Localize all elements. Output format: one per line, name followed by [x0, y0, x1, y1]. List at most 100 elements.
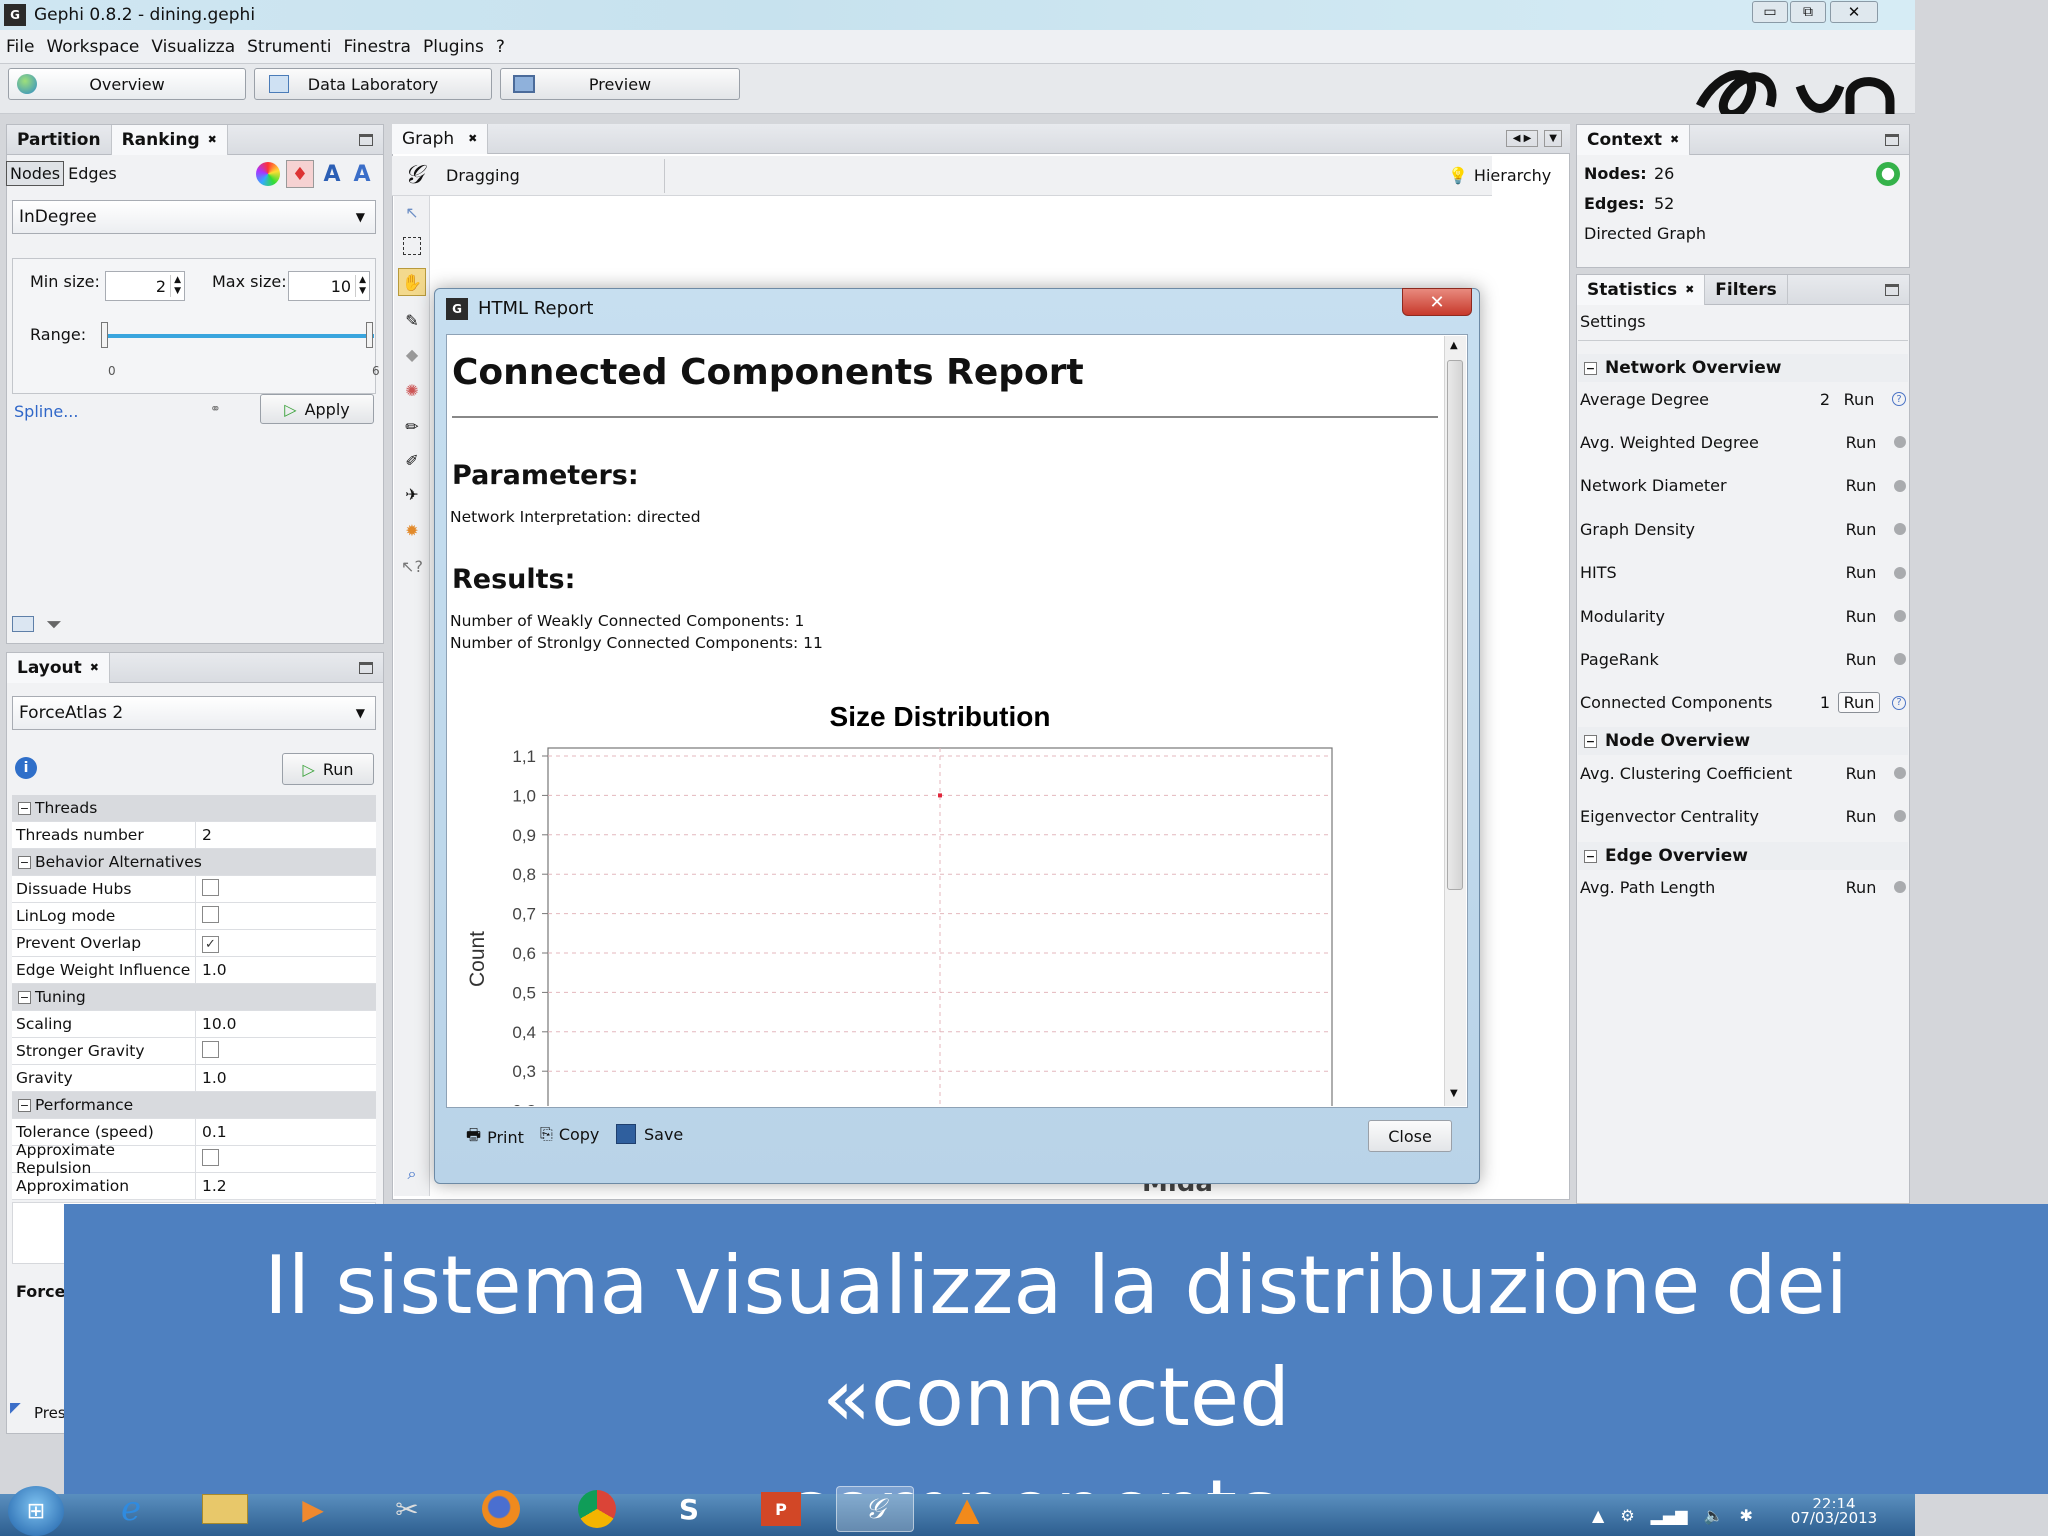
hierarchy-toggle[interactable]: 💡 Hierarchy — [1448, 162, 1551, 188]
collapse-icon[interactable]: − — [1584, 849, 1597, 863]
table-view-icon[interactable] — [12, 616, 34, 632]
label-size-icon[interactable]: A — [350, 162, 374, 187]
maximize-icon[interactable]: ⧉ — [1790, 1, 1826, 23]
pointer-tool-icon[interactable]: ↖ — [398, 198, 426, 226]
tab-layout[interactable]: Layout ✖ — [7, 652, 110, 683]
section-node[interactable]: − Node Overview — [1578, 727, 1908, 755]
spinner-arrows-icon[interactable]: ▲ ▼ — [355, 275, 369, 297]
property-value[interactable]: 0.1 — [196, 1123, 227, 1141]
property-value[interactable]: 10.0 — [196, 1015, 237, 1033]
data-laboratory-button[interactable]: Data Laboratory — [254, 68, 492, 100]
tray-arrow-icon[interactable]: ▲ — [1592, 1506, 1604, 1525]
close-tab-icon[interactable]: ✖ — [208, 133, 217, 146]
range-slider-handle-min[interactable] — [101, 322, 108, 348]
heat-map-icon[interactable]: ✹ — [398, 516, 426, 544]
close-tab-icon[interactable]: ✖ — [468, 132, 477, 145]
heat-bucket-icon[interactable]: ✺ — [398, 376, 426, 404]
painter-brush-icon[interactable]: ✎ — [398, 306, 426, 334]
signal-icon[interactable]: ▂▄▆ — [1651, 1506, 1688, 1525]
property-value[interactable]: 2 — [196, 826, 212, 844]
pencil-edge-icon[interactable]: ✐ — [398, 446, 426, 474]
run-button[interactable]: Run — [1840, 807, 1882, 826]
gephi-taskbar-icon[interactable]: 𝒢 — [836, 1486, 914, 1532]
section-network[interactable]: − Network Overview — [1578, 354, 1908, 382]
skype-icon[interactable]: S — [650, 1486, 728, 1532]
presets-icon[interactable]: ◤ — [10, 1400, 21, 1416]
close-tab-icon[interactable]: ✖ — [90, 661, 99, 674]
property-value[interactable]: 1.0 — [196, 1069, 227, 1087]
layout-run-button[interactable]: ▷ Run — [282, 753, 374, 785]
tab-partition[interactable]: Partition — [7, 124, 112, 155]
collapse-icon[interactable]: − — [18, 1098, 31, 1112]
collapse-icon[interactable]: − — [1584, 734, 1597, 748]
copy-button[interactable]: ⎘ Copy — [540, 1124, 599, 1144]
collapse-icon[interactable]: − — [18, 855, 31, 869]
tab-ranking[interactable]: Ranking ✖ — [111, 124, 228, 155]
zoom-search-icon[interactable]: ⌕ — [398, 1160, 426, 1188]
bluetooth-icon[interactable]: ✱ — [1740, 1506, 1753, 1525]
firefox-icon[interactable] — [462, 1486, 540, 1532]
property-checkbox[interactable]: ✓ — [202, 935, 219, 953]
network-tray-icon[interactable]: ⚙ — [1620, 1506, 1634, 1525]
help-icon[interactable]: ? — [1892, 695, 1906, 710]
ranking-metric-select[interactable]: InDegree ▼ — [12, 200, 376, 234]
menu-visualizza[interactable]: Visualizza — [151, 37, 235, 57]
print-button[interactable]: 🖶 Print — [466, 1124, 524, 1151]
close-window-icon[interactable]: ✕ — [1830, 1, 1878, 23]
property-value[interactable]: 1.2 — [196, 1177, 227, 1195]
run-button[interactable]: Run — [1840, 764, 1882, 783]
size-diamond-icon[interactable]: ♦ — [286, 160, 314, 188]
property-checkbox[interactable] — [202, 905, 219, 923]
filter-funnel-icon[interactable]: ⏷ — [46, 612, 62, 636]
explorer-folder-icon[interactable] — [186, 1486, 264, 1532]
info-icon[interactable]: i — [15, 757, 37, 779]
minimize-panel-icon[interactable] — [359, 133, 373, 146]
edit-help-icon[interactable]: ↖? — [398, 552, 426, 580]
vlc-icon[interactable]: ▲ — [928, 1486, 1006, 1532]
subtab-edges[interactable]: Edges — [64, 162, 121, 185]
color-wheel-icon[interactable] — [256, 162, 280, 186]
dialog-close-icon[interactable]: ✕ — [1402, 288, 1472, 316]
apply-button[interactable]: ▷ Apply — [260, 394, 374, 424]
menu-strumenti[interactable]: Strumenti — [247, 37, 331, 57]
run-button[interactable]: Run — [1840, 650, 1882, 669]
tab-statistics[interactable]: Statistics ✖ — [1577, 274, 1706, 305]
menu-file[interactable]: File — [6, 37, 34, 57]
size-diamond-tool-icon[interactable]: ◆ — [398, 340, 426, 368]
minimize-panel-icon[interactable] — [359, 661, 373, 674]
menu-finestra[interactable]: Finestra — [344, 37, 411, 57]
minimize-panel-icon[interactable] — [1885, 283, 1899, 296]
collapse-icon[interactable]: − — [18, 990, 31, 1004]
minimize-icon[interactable]: ▭ — [1752, 1, 1788, 23]
preview-button[interactable]: Preview — [500, 68, 740, 100]
property-category[interactable]: − Threads — [12, 795, 376, 822]
save-button[interactable]: Save — [616, 1124, 683, 1144]
run-button[interactable]: Run — [1840, 476, 1882, 495]
drag-hand-icon[interactable]: ✋ — [398, 268, 426, 296]
property-checkbox[interactable] — [202, 1148, 219, 1166]
spinner-arrows-icon[interactable]: ▲ ▼ — [170, 275, 184, 297]
range-slider-handle-max[interactable] — [366, 322, 373, 348]
property-checkbox[interactable] — [202, 1040, 219, 1058]
statistics-settings[interactable]: Settings — [1580, 312, 1646, 331]
run-button[interactable]: Run — [1840, 607, 1882, 626]
run-button[interactable]: Run — [1840, 520, 1882, 539]
media-player-icon[interactable]: ▶ — [274, 1486, 352, 1532]
panel-menu-icon[interactable]: ▼ — [1544, 130, 1562, 147]
volume-icon[interactable]: 🔈 — [1704, 1506, 1724, 1525]
max-size-spinner[interactable]: 10 ▲ ▼ — [288, 271, 370, 301]
run-button[interactable]: Run — [1838, 390, 1880, 409]
tab-context[interactable]: Context ✖ — [1577, 124, 1691, 155]
refresh-icon[interactable] — [1876, 162, 1900, 186]
chrome-icon[interactable] — [558, 1486, 636, 1532]
close-tab-icon[interactable]: ✖ — [1685, 283, 1694, 296]
scroll-up-icon[interactable]: ▲ — [1450, 340, 1458, 351]
property-category[interactable]: − Performance — [12, 1092, 376, 1119]
min-size-spinner[interactable]: 2 ▲ ▼ — [105, 271, 185, 301]
property-category[interactable]: − Tuning — [12, 984, 376, 1011]
property-category[interactable]: − Behavior Alternatives — [12, 849, 376, 876]
close-tab-icon[interactable]: ✖ — [1670, 133, 1679, 146]
collapse-icon[interactable]: − — [18, 801, 31, 815]
menu-plugins[interactable]: Plugins — [423, 37, 484, 57]
tab-graph[interactable]: Graph ✖ — [392, 123, 489, 154]
